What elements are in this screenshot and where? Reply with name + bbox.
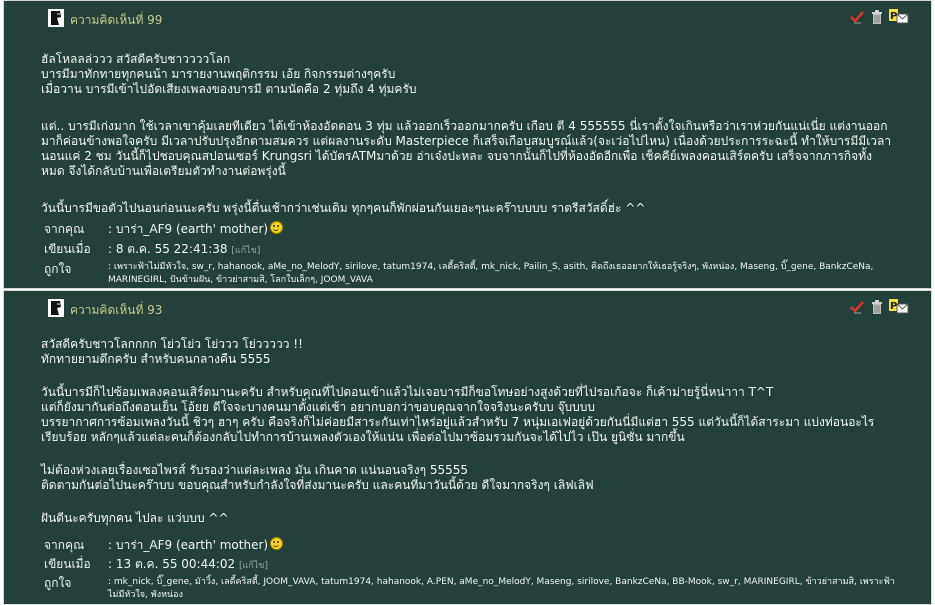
comment-line: [41, 367, 874, 382]
comment-line: ฮัลโหลลล่ววว สวัสดีครับชาววววโลก: [41, 52, 231, 66]
svg-text:P: P: [890, 301, 897, 312]
likes-list: : mk_nick, บิ๊_gene, มัาวิ้ง, เลดี้คริสต…: [108, 577, 895, 600]
comment-line: นอนแค่ 2 ชม วันนี้ก็ไปชอบคุณสปอนเซอร์ Kr…: [41, 149, 872, 163]
reply-mail-icon[interactable]: P: [889, 9, 909, 25]
smiley-icon: [270, 537, 284, 550]
user-avatar-icon: [48, 9, 64, 27]
comment-line: ทักทายยามดึกครับ สำหรับคนกลางคืน 5555: [41, 352, 271, 366]
trash-icon[interactable]: [869, 299, 885, 315]
trash-icon[interactable]: [869, 9, 885, 25]
edit-link[interactable]: [แก้ไข]: [239, 561, 268, 571]
like-check-icon[interactable]: [849, 299, 865, 315]
comment-line: มาก็ค่อนข้างพอใจครับ มีเวลาปรับปรุงอีกตา…: [41, 134, 892, 148]
reply-mail-icon[interactable]: P: [889, 299, 909, 315]
comment-body: ฮัลโหลลล่ววว สวัสดีครับชาววววโลก บารมีมา…: [4, 52, 891, 216]
comment-body: สวัสดีครับชาวโลกกกก โย่วโย่ว โย่ววว โย่ว…: [4, 337, 874, 526]
likes-label: ถูกใจ: [44, 262, 72, 276]
comment-line: ติดตามกันต่อไปนะคร๊าบบ ขอบคุณสำหรับกำลัง…: [41, 478, 594, 492]
comment-number: ความคิดเห็นที่ 99: [70, 13, 163, 27]
comment-header: ความคิดเห็นที่ 99 P: [4, 1, 931, 35]
comment-line: [41, 493, 874, 508]
comment-line: ฝันดีนะครับทุกคน ไปละ แว่บบบ ^^: [41, 511, 229, 525]
comment-line: วันนี้บารมีขอตัวไปนอนก่อนนะครับ พรุ่งนี้…: [41, 201, 646, 215]
author-name[interactable]: : บาร่า_AF9 (earth' mother): [108, 538, 268, 552]
svg-text:P: P: [890, 11, 897, 22]
date-label: เขียนเมื่อ: [44, 557, 91, 571]
comment-card: ความคิดเห็นที่ 99 P ฮัลโหลลล่ววว สวัสดีค…: [3, 0, 932, 289]
likes-label: ถูกใจ: [44, 576, 72, 590]
comment-line: [41, 97, 891, 112]
comment-line: สวัสดีครับชาวโลกกกก โย่วโย่ว โย่ววว โย่ว…: [41, 337, 303, 351]
comment-line: เรียบร้อย หลักๆแล้วแต่ละคนก็ต้องกลับไปทำ…: [41, 430, 685, 444]
comment-number: ความคิดเห็นที่ 93: [70, 303, 163, 317]
from-label: จากคุณ: [44, 222, 85, 236]
date-label: เขียนเมื่อ: [44, 242, 91, 256]
post-date: : 13 ต.ค. 55 00:44:02: [108, 557, 236, 571]
author-name[interactable]: : บาร่า_AF9 (earth' mother): [108, 222, 268, 236]
comment-line: หมด จึงได้กลับบ้านเพื่อเตรียมตัวทำงานต่อ…: [41, 164, 286, 178]
comment-line: เมื่อวาน บารมีเข้าไปอัดเสียงเพลงของบารมี…: [41, 82, 417, 96]
edit-link[interactable]: [แก้ไข]: [231, 246, 260, 256]
comment-line: บรรยากาศการซ้อมเพลงวันนี้ ชิวๆ ฮาๆ ครับ …: [41, 415, 875, 429]
comment-line: วันนี้บารมีก็ไปซ้อมเพลงคอนเสิร์ตมานะครับ…: [41, 385, 774, 399]
likes-list: : เพราะฟ้าไม่มีหัวใจ, sw_r, hahanook, aM…: [108, 262, 874, 285]
comment-line: บารมีมาทักทายทุกคนน้า มารายงานพฤติกรรม เ…: [41, 67, 396, 81]
smiley-icon: [270, 221, 284, 234]
comment-card: ความคิดเห็นที่ 93 P สวัสดีครับชาวโลกกกก …: [3, 290, 932, 605]
post-date: : 8 ต.ค. 55 22:41:38: [108, 242, 228, 256]
from-label: จากคุณ: [44, 538, 85, 552]
user-avatar-icon: [48, 299, 64, 317]
comment-line: [41, 445, 874, 460]
comment-header: ความคิดเห็นที่ 93 P: [4, 291, 931, 325]
comment-line: ไม่ต้องห่วงเลยเรื่องเซอไพรส์ รับรองว่าแต…: [41, 463, 469, 477]
comment-line: แต่.. บารมีเก่งมาก ใช้เวลาเขาคุ้มเลยทีเด…: [41, 119, 888, 133]
comment-line: [41, 179, 891, 194]
comment-line: แต่ก็ยังมากันต่อถึงตอนเย็น โอ้ยย ดีใจจะบ…: [41, 400, 595, 414]
like-check-icon[interactable]: [849, 9, 865, 25]
comment-tools: P: [849, 9, 919, 27]
comment-tools: P: [849, 299, 919, 317]
